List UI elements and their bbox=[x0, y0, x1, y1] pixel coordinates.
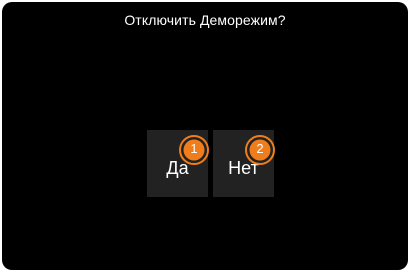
badge-2-icon: 2 bbox=[244, 134, 276, 166]
badge-number: 2 bbox=[256, 141, 264, 156]
yes-button[interactable]: Да 1 bbox=[147, 130, 210, 197]
screen: Отключить Деморежим? Да 1 Нет 2 bbox=[0, 0, 411, 273]
no-button[interactable]: Нет 2 bbox=[213, 130, 276, 197]
badge-number: 1 bbox=[190, 141, 198, 156]
badge-1-icon: 1 bbox=[178, 134, 210, 166]
device-display: Отключить Деморежим? Да 1 Нет 2 bbox=[2, 2, 408, 270]
dialog-title: Отключить Деморежим? bbox=[124, 12, 286, 28]
